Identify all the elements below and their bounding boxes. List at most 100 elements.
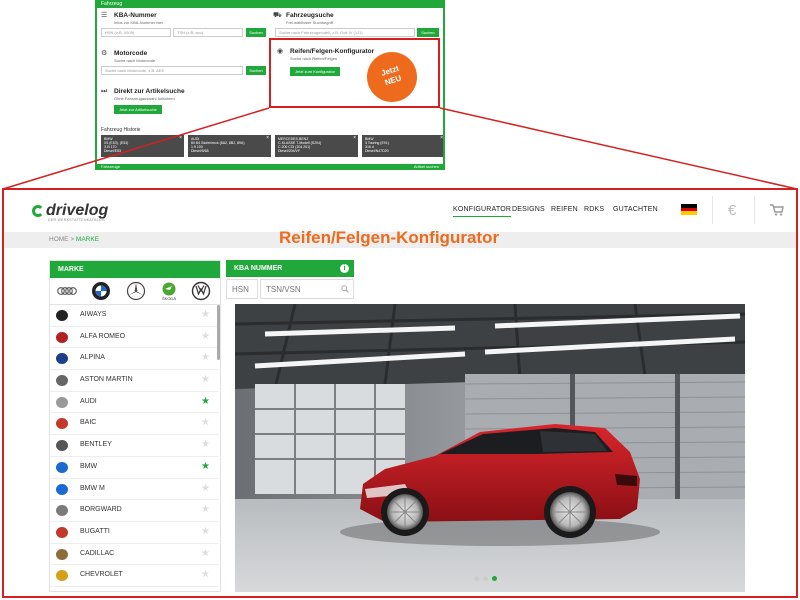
- brand-logo-icon: [56, 331, 68, 343]
- brand-row[interactable]: BAIC ★: [50, 413, 218, 436]
- brand-logo-icon: [56, 461, 68, 473]
- brand-row[interactable]: ALFA ROMEO ★: [50, 327, 218, 349]
- brand-row[interactable]: CHEVROLET ★: [50, 565, 218, 587]
- audi-logo[interactable]: [56, 281, 78, 301]
- mini-hsn-input[interactable]: HSN (z.B. 0005): [101, 28, 171, 37]
- favorite-star-icon[interactable]: ★: [201, 309, 210, 321]
- favorite-star-icon[interactable]: ★: [201, 374, 210, 386]
- brand-row[interactable]: AUDI ★: [50, 392, 218, 414]
- brand-row[interactable]: BORGWARD ★: [50, 500, 218, 522]
- mini-history-card[interactable]: BMW X5 (E53), (E53) 3.0i 170 Diesel/E53 ×: [101, 135, 184, 157]
- brand-row[interactable]: CADILLAC ★: [50, 544, 218, 566]
- hsn-input[interactable]: [226, 279, 258, 299]
- brand-row[interactable]: ALPINA ★: [50, 348, 218, 371]
- favorite-star-icon[interactable]: ★: [201, 439, 210, 451]
- carousel-dot-3[interactable]: [492, 576, 497, 581]
- brand-row[interactable]: BUGATTI ★: [50, 522, 218, 544]
- brand-logo-icon: [56, 418, 68, 430]
- german-flag-icon[interactable]: [681, 204, 697, 216]
- currency-euro-icon[interactable]: €: [728, 202, 736, 219]
- mini-bottombar-right[interactable]: Artikel suchen: [414, 164, 439, 169]
- mercedes-logo[interactable]: [125, 281, 147, 301]
- brand-name: ALPINA: [80, 354, 105, 362]
- drivelog-logo-mark-icon: [32, 205, 44, 217]
- connector-right: [439, 107, 798, 190]
- page-title: Reifen/Felgen-Konfigurator: [279, 228, 500, 247]
- nav-reifen[interactable]: REIFEN: [551, 206, 578, 213]
- favorite-star-icon[interactable]: ★: [201, 548, 210, 560]
- car-icon: ⛟: [273, 12, 282, 19]
- info-icon[interactable]: i: [340, 264, 349, 273]
- vw-logo[interactable]: [190, 281, 212, 301]
- favorite-star-icon[interactable]: ★: [201, 483, 210, 495]
- close-icon[interactable]: ×: [266, 136, 269, 141]
- mini-vehicle-search-sub: Frei wählbarer Suchbegriff: [286, 20, 333, 25]
- shopping-cart-icon[interactable]: [770, 204, 784, 216]
- nav-rdks[interactable]: RDKS: [584, 206, 604, 213]
- brand-name: BAIC: [80, 419, 97, 427]
- mini-history-title: Fahrzeug Historie: [101, 127, 141, 133]
- mini-articles-button[interactable]: Jetzt zur Artikelsuche: [114, 105, 162, 114]
- mini-history-line: Diesel/N47D20: [365, 149, 389, 153]
- favorite-star-icon[interactable]: ★: [201, 396, 210, 408]
- close-icon[interactable]: ×: [440, 136, 443, 141]
- bmw-logo[interactable]: [90, 281, 112, 301]
- kba-header-label: KBA NUMMER: [234, 265, 283, 272]
- mini-kba-search-button[interactable]: Suchen: [246, 28, 266, 37]
- mini-history-card[interactable]: AUDI 80 B4 Stufenheck (8A2, 8B2, 89A) 1.9 …: [188, 135, 271, 157]
- drivelog-logo[interactable]: drivelog DER WERKSTATTENKATALOG: [32, 202, 108, 222]
- brand-logo-icon: [56, 505, 68, 517]
- brand-row[interactable]: BENTLEY ★: [50, 435, 218, 457]
- brand-panel-header: MARKE: [50, 261, 220, 278]
- mini-tsn-input[interactable]: TSN (z.B. acu): [173, 28, 243, 37]
- brand-row[interactable]: AIWAYS ★: [50, 305, 218, 327]
- carousel-dots: [474, 568, 501, 586]
- mini-vehicle-search-button[interactable]: Suchen: [417, 28, 439, 37]
- mini-history-card[interactable]: MERCEDES-BENZ C-KLASSE T-Modell (S204) C 2…: [275, 135, 358, 157]
- search-icon[interactable]: [341, 285, 349, 293]
- carousel-dot-1[interactable]: [474, 576, 479, 581]
- brand-name: BMW: [80, 462, 98, 470]
- kba-panel-header: KBA NUMMER i: [226, 260, 354, 277]
- favorite-star-icon[interactable]: ★: [201, 352, 210, 364]
- breadcrumb-home[interactable]: HOME: [49, 236, 69, 243]
- brand-name: AUDI: [80, 397, 97, 405]
- nav-designs[interactable]: DESIGNS: [512, 206, 545, 213]
- mini-history-card[interactable]: BMW 3 Touring (E91) 316 d Diesel/N47D20 ×: [362, 135, 443, 157]
- skoda-logo-text: ŠKODA: [162, 296, 176, 301]
- favorite-star-icon[interactable]: ★: [201, 569, 210, 581]
- mini-kba-sub: Infos zur KBA-Nummer hier: [114, 20, 163, 25]
- favorite-star-icon[interactable]: ★: [201, 526, 210, 538]
- brand-logo-icon: [56, 375, 68, 387]
- mini-vehicle-search-input[interactable]: Suche nach Fahrzeugmodell, z.B. Golf IV …: [275, 28, 415, 37]
- mini-vehicle-search-section: ⛟ Fahrzeugsuche Frei wählbarer Suchbegri…: [273, 12, 433, 25]
- nav-konfigurator[interactable]: KONFIGURATOR: [453, 206, 512, 217]
- carousel-dot-2[interactable]: [483, 576, 488, 581]
- brand-list-scrollbar[interactable]: [217, 305, 220, 360]
- close-icon[interactable]: ×: [179, 136, 182, 141]
- brand-row[interactable]: BMW ★: [50, 457, 218, 479]
- close-icon[interactable]: ×: [353, 136, 356, 141]
- skoda-logo[interactable]: ŠKODA: [158, 281, 180, 301]
- mini-motorcode-search-button[interactable]: Suchen: [246, 66, 266, 75]
- nav-gutachten[interactable]: GUTACHTEN: [613, 206, 658, 213]
- fast-forward-icon: ⏭: [101, 88, 108, 95]
- header-divider: [754, 196, 755, 224]
- brand-name: BMW M: [80, 484, 105, 492]
- brand-logo-icon: [56, 440, 68, 452]
- favorite-star-icon[interactable]: ★: [201, 461, 210, 473]
- brand-logo-icon: [56, 353, 68, 365]
- brand-row[interactable]: BMW M ★: [50, 479, 218, 501]
- brand-list: AIWAYS ★ ALFA ROMEO ★ ALPINA ★ ASTON MARTIN ★ AU…: [50, 305, 218, 591]
- mini-motorcode-input[interactable]: Suche nach Motorcode, z.B. AEE: [101, 66, 243, 75]
- tsn-vsn-input[interactable]: [260, 279, 354, 299]
- mini-kba-section: ☰ KBA-Nummer Infos zur KBA-Nummer hier: [101, 12, 251, 25]
- brand-name: AIWAYS: [80, 311, 107, 318]
- brand-name: BORGWARD: [80, 506, 122, 514]
- logo-tagline: DER WERKSTATTENKATALOG: [48, 218, 105, 222]
- brand-row[interactable]: ASTON MARTIN ★: [50, 370, 218, 392]
- favorite-star-icon[interactable]: ★: [201, 417, 210, 429]
- favorite-star-icon[interactable]: ★: [201, 504, 210, 516]
- favorite-star-icon[interactable]: ★: [201, 331, 210, 343]
- site-header: drivelog DER WERKSTATTENKATALOG KONFIGUR…: [4, 190, 796, 232]
